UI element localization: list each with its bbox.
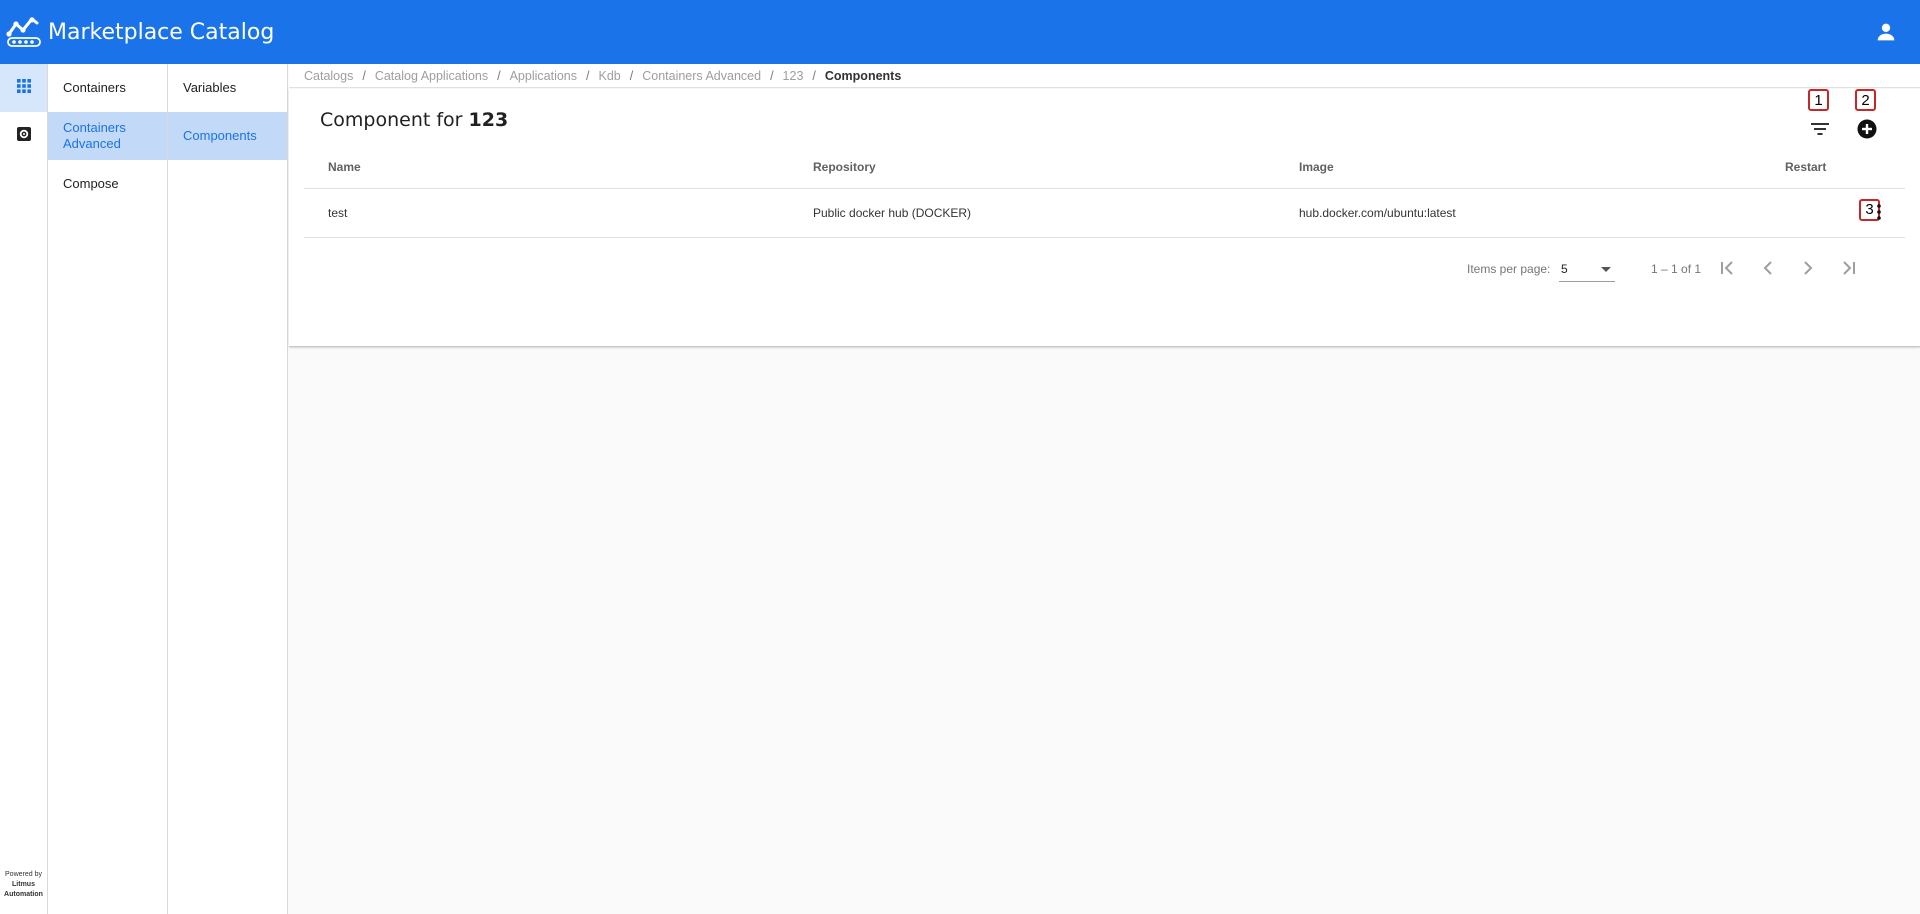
breadcrumb-separator: / [770,68,774,83]
nav-column-secondary: Variables Components [168,64,288,914]
nav-item-label: Containers [63,80,126,95]
annotation-tag-2: 2 [1855,89,1876,111]
breadcrumb-123[interactable]: 123 [783,69,804,83]
nav-item-containers[interactable]: Containers [48,64,167,112]
table-header-row: Name Repository Image Restart [304,146,1905,189]
column-header-repository[interactable]: Repository [789,146,1275,189]
breadcrumb-separator: / [586,68,590,83]
last-page-icon [1840,260,1856,278]
breadcrumb-applications[interactable]: Applications [510,69,577,83]
top-app-bar: Marketplace Catalog [0,0,1920,64]
cell-restart: 3 [1761,188,1905,238]
main-content: Catalogs / Catalog Applications / Applic… [289,64,1920,914]
nav-item-label: Containers Advanced [63,120,126,151]
row-actions-button[interactable] [1871,204,1887,224]
page-title: Component for 123 [320,109,508,131]
cell-name: test [304,188,789,238]
nav-item-containers-advanced[interactable]: Containers Advanced [48,112,167,160]
column-header-name[interactable]: Name [304,146,789,189]
icon-rail: Powered by Litmus Automation [0,64,48,914]
nav-item-compose[interactable]: Compose [48,160,167,208]
items-per-page-select[interactable]: 5 [1559,256,1615,282]
powered-by-label: Powered by Litmus Automation [0,870,47,900]
breadcrumb-separator: / [362,68,366,83]
cell-repository: Public docker hub (DOCKER) [789,188,1275,238]
table-row[interactable]: test Public docker hub (DOCKER) hub.dock… [304,188,1905,238]
chevron-down-icon [1601,267,1611,272]
company-name: Litmus [12,881,35,888]
paginator: Items per page: 5 1 – 1 of 1 [289,249,1920,289]
grid-apps-icon [16,78,32,99]
rail-item-apps[interactable] [0,64,47,112]
filter-list-icon [1811,122,1829,141]
account-icon[interactable] [1866,12,1906,52]
nav-item-variables[interactable]: Variables [168,64,287,112]
add-circle-icon [1857,119,1877,144]
rail-item-settings[interactable] [0,112,47,160]
filter-button[interactable] [1805,116,1835,146]
gear-box-icon [16,126,32,147]
nav-item-label: Variables [183,80,237,95]
components-table: Name Repository Image Restart test Publi… [304,146,1905,238]
powered-by-text: Powered by [5,871,42,878]
annotation-tag-1: 1 [1808,89,1829,111]
company-name-line2: Automation [4,891,43,898]
chevron-right-icon [1803,260,1813,278]
items-per-page-label: Items per page: [1467,262,1551,276]
components-card: Component for 123 1 2 Name Repository Im… [289,89,1920,347]
nav-item-label: Components [183,128,257,143]
more-vertical-icon [1877,204,1881,223]
cell-image: hub.docker.com/ubuntu:latest [1275,188,1761,238]
first-page-button[interactable] [1714,255,1742,283]
previous-page-button[interactable] [1754,255,1782,283]
column-header-image[interactable]: Image [1275,146,1761,189]
first-page-icon [1720,260,1736,278]
next-page-button[interactable] [1794,255,1822,283]
breadcrumb-catalog-applications[interactable]: Catalog Applications [375,69,488,83]
page-title-prefix: Component for [320,109,463,131]
nav-item-label: Compose [63,176,119,191]
add-component-button[interactable] [1852,116,1882,146]
nav-item-components[interactable]: Components [168,112,287,160]
last-page-button[interactable] [1834,255,1862,283]
breadcrumb-catalogs[interactable]: Catalogs [304,69,353,83]
breadcrumb-containers-advanced[interactable]: Containers Advanced [642,69,761,83]
breadcrumb-separator: / [497,68,501,83]
nav-column-primary: Containers Containers Advanced Compose [48,64,168,914]
chevron-left-icon [1763,260,1773,278]
page-range-label: 1 – 1 of 1 [1651,262,1702,276]
app-title: Marketplace Catalog [48,19,275,45]
page-title-value: 123 [468,109,509,131]
column-header-restart[interactable]: Restart [1761,146,1905,189]
items-per-page-value: 5 [1561,262,1568,276]
breadcrumb-current: Components [824,68,902,83]
breadcrumb-separator: / [629,68,634,83]
breadcrumb: Catalogs / Catalog Applications / Applic… [289,64,1920,88]
breadcrumb-kdb[interactable]: Kdb [598,69,620,83]
chart-line-logo-icon [0,0,48,64]
breadcrumb-separator: / [812,68,816,83]
